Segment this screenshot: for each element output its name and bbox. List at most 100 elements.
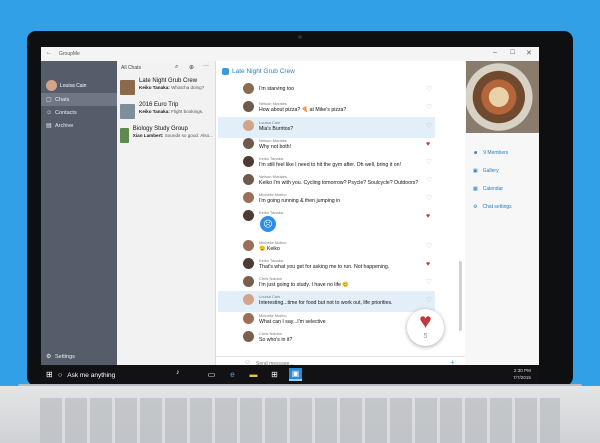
sidebar-item-label: Archive: [55, 122, 74, 129]
system-tray[interactable]: 2:30 PM 7/7/2015: [513, 367, 531, 381]
conversation-header: Late Night Grub Crew: [216, 65, 465, 78]
maximize-icon[interactable]: ☐: [510, 49, 515, 56]
close-icon[interactable]: ✕: [526, 49, 532, 57]
scrollbar[interactable]: [459, 261, 462, 331]
message-text: 😉 Keiko: [259, 246, 280, 252]
message-text: How about pizza? 🍕 at Mike's pizza?: [259, 107, 347, 113]
sender-name: Nelson Morales: [259, 101, 287, 106]
chat-thumbnail: [120, 128, 129, 143]
message[interactable]: Keiko Tanaka ☹ ♥: [218, 207, 433, 235]
message[interactable]: Chris Naidoo So who's in it?: [218, 328, 433, 349]
conversation-snippet: Flight bookings.: [171, 109, 204, 114]
avatar: [243, 174, 254, 185]
like-heart-icon[interactable]: ♡: [426, 177, 432, 184]
message-text: That's what you get for asking me to run…: [259, 264, 390, 270]
like-heart-icon[interactable]: ♡: [426, 159, 432, 166]
clock-time: 2:30 PM: [513, 368, 531, 373]
avatar: [46, 80, 57, 91]
message-text: Why not both!: [259, 144, 292, 150]
gallery-icon: ▣: [473, 168, 478, 174]
avatar: [243, 138, 254, 149]
gallery-item[interactable]: ▣ Gallery: [465, 165, 539, 177]
search-box[interactable]: ○ Ask me anything ♪: [58, 369, 188, 381]
sidebar: Louisa Cain ▢ Chats ☺ Contacts ▤ Archive…: [41, 61, 117, 365]
sidebar-item-archive[interactable]: ▤ Archive: [41, 119, 117, 132]
details-item-label: Calendar: [482, 186, 504, 192]
chat-settings-item[interactable]: ⚙ Chat settings: [465, 201, 539, 213]
message-text: Mia's Burritos?: [259, 126, 294, 132]
details-panel: ☻ 9 Members ▣ Gallery ▦ Calendar ⚙ Chat …: [465, 61, 539, 365]
sidebar-item-chats[interactable]: ▢ Chats: [41, 93, 117, 106]
search-box-text: Ask me anything: [67, 371, 116, 379]
like-heart-icon[interactable]: ♡: [426, 297, 432, 304]
window-title: GroupMe: [59, 51, 80, 57]
like-badge[interactable]: ♥ 5: [407, 309, 444, 346]
gear-icon: ⚙: [473, 204, 478, 210]
message-text: I'm still feel like I need to hit the gy…: [259, 162, 401, 168]
like-heart-icon[interactable]: ♡: [426, 104, 432, 111]
like-heart-icon[interactable]: ♥: [426, 141, 430, 148]
like-heart-icon[interactable]: ♡: [426, 86, 432, 93]
store-icon[interactable]: ⊞: [269, 369, 280, 380]
avatar: [243, 240, 254, 251]
sender-name: Michelle Molino: [259, 313, 287, 318]
members-item[interactable]: ☻ 9 Members: [465, 147, 539, 159]
like-heart-icon[interactable]: ♡: [426, 243, 432, 250]
group-icon: [222, 68, 229, 75]
avatar: [243, 101, 254, 112]
conversation-sender: Keiko Tanaka:: [139, 85, 170, 90]
contacts-icon: ☺: [46, 109, 53, 116]
search-icon[interactable]: ⌕: [175, 64, 178, 71]
windows-start-icon[interactable]: ⊞: [46, 370, 53, 379]
message-text: I'm going running & then jumping in: [259, 198, 341, 204]
conversation-snippet: Sounds so good. Also...: [164, 133, 213, 138]
like-heart-icon[interactable]: ♡: [426, 195, 432, 202]
sidebar-item-contacts[interactable]: ☺ Contacts: [41, 106, 117, 119]
avatar: [243, 258, 254, 269]
taskbar: ⊞ ○ Ask me anything ♪ ▭ e ▬ ⊞ ▣ 2:30 PM …: [41, 365, 539, 385]
task-view-icon[interactable]: ▭: [206, 369, 217, 380]
file-explorer-icon[interactable]: ▬: [248, 369, 259, 380]
calendar-icon: ▦: [473, 186, 478, 192]
group-photo[interactable]: [466, 61, 539, 133]
like-count: 5: [423, 333, 428, 340]
back-icon[interactable]: ←: [46, 50, 52, 56]
message[interactable]: Nelson Morales How about pizza? 🍕 at Mik…: [218, 98, 433, 119]
edge-browser-icon[interactable]: e: [227, 369, 238, 380]
like-heart-icon[interactable]: ♡: [426, 279, 432, 286]
new-chat-icon[interactable]: ⊕: [189, 64, 194, 71]
conversation-sender: Keiko Tanaka:: [139, 109, 170, 114]
avatar: [243, 192, 254, 203]
minimize-icon[interactable]: –: [493, 49, 497, 56]
chat-list-header: All Chats ⌕ ⊕ ···: [117, 61, 215, 75]
list-item[interactable]: 2016 Euro Trip Keiko Tanaka: Flight book…: [120, 102, 213, 126]
details-item-label: Gallery: [482, 168, 499, 174]
current-user[interactable]: Louisa Cain: [41, 79, 117, 93]
chat-list-title: All Chats: [121, 65, 142, 71]
conversation-title: Biology Study Group: [132, 126, 188, 132]
avatar: [243, 331, 254, 342]
sidebar-item-settings[interactable]: ⚙ Settings: [41, 350, 117, 363]
message[interactable]: Louisa Cain Interesting...time for food …: [218, 291, 435, 312]
like-heart-icon[interactable]: ♥: [426, 261, 430, 268]
conversation-sender: Xian Lambert:: [132, 133, 164, 138]
screen: ← GroupMe – ☐ ✕ Louisa Cain ▢ Chats ☺ Co…: [41, 47, 539, 385]
microphone-icon[interactable]: ♪: [176, 369, 180, 376]
avatar: [243, 294, 254, 305]
sender-name: Keiko Tanaka: [259, 210, 283, 215]
message-text: Interesting...time for food but not to w…: [259, 300, 393, 306]
calendar-item[interactable]: ▦ Calendar: [465, 183, 539, 195]
like-heart-icon[interactable]: ♡: [426, 123, 432, 130]
sender-name: Nelson Morales: [259, 138, 287, 143]
sender-name: Michelle Molino: [259, 192, 287, 197]
groupme-app-icon[interactable]: ▣: [289, 368, 302, 381]
conversation-snippet: Whatcha doing?: [171, 85, 205, 90]
like-heart-icon[interactable]: ♥: [426, 213, 430, 220]
list-item[interactable]: Late Night Grub Crew Keiko Tanaka: Whatc…: [120, 78, 213, 102]
chat-list: All Chats ⌕ ⊕ ··· Late Night Grub Crew K…: [117, 61, 216, 365]
message-text: So who's in it?: [259, 337, 293, 343]
chat-icon: ▢: [46, 97, 52, 103]
search-icon: ○: [58, 371, 63, 379]
list-item[interactable]: Biology Study Group Xian Lambert: Sounds…: [120, 126, 213, 150]
more-icon[interactable]: ···: [203, 63, 209, 69]
